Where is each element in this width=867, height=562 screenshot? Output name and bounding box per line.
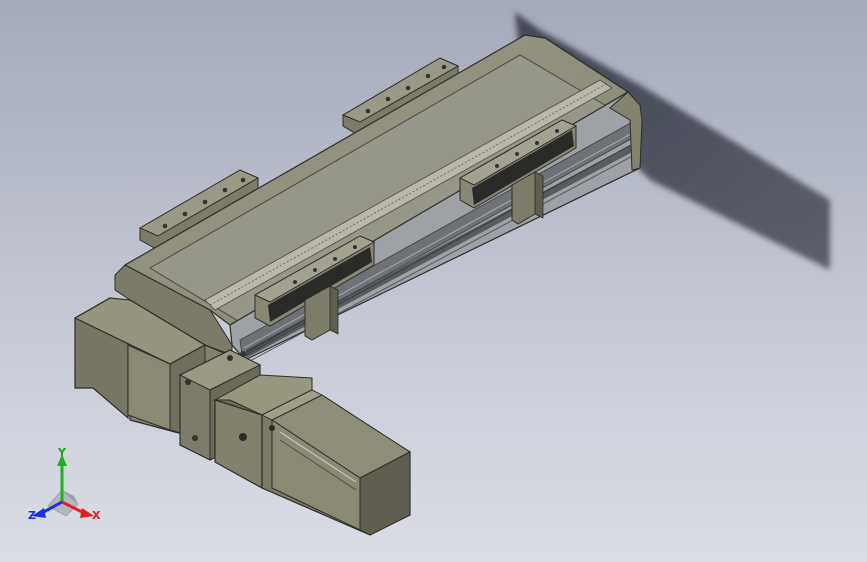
- coordinate-triad-icon: Y X Z: [28, 446, 101, 522]
- servo-motor-secondary: [213, 374, 411, 536]
- triad-z-label: Z: [28, 509, 36, 522]
- linear-actuator-model[interactable]: [0, 0, 867, 562]
- graphics-viewport[interactable]: Y X Z: [0, 0, 867, 562]
- triad-x-label: X: [92, 509, 101, 522]
- coordinate-triad[interactable]: Y X Z: [22, 444, 112, 534]
- triad-y-label: Y: [57, 446, 67, 459]
